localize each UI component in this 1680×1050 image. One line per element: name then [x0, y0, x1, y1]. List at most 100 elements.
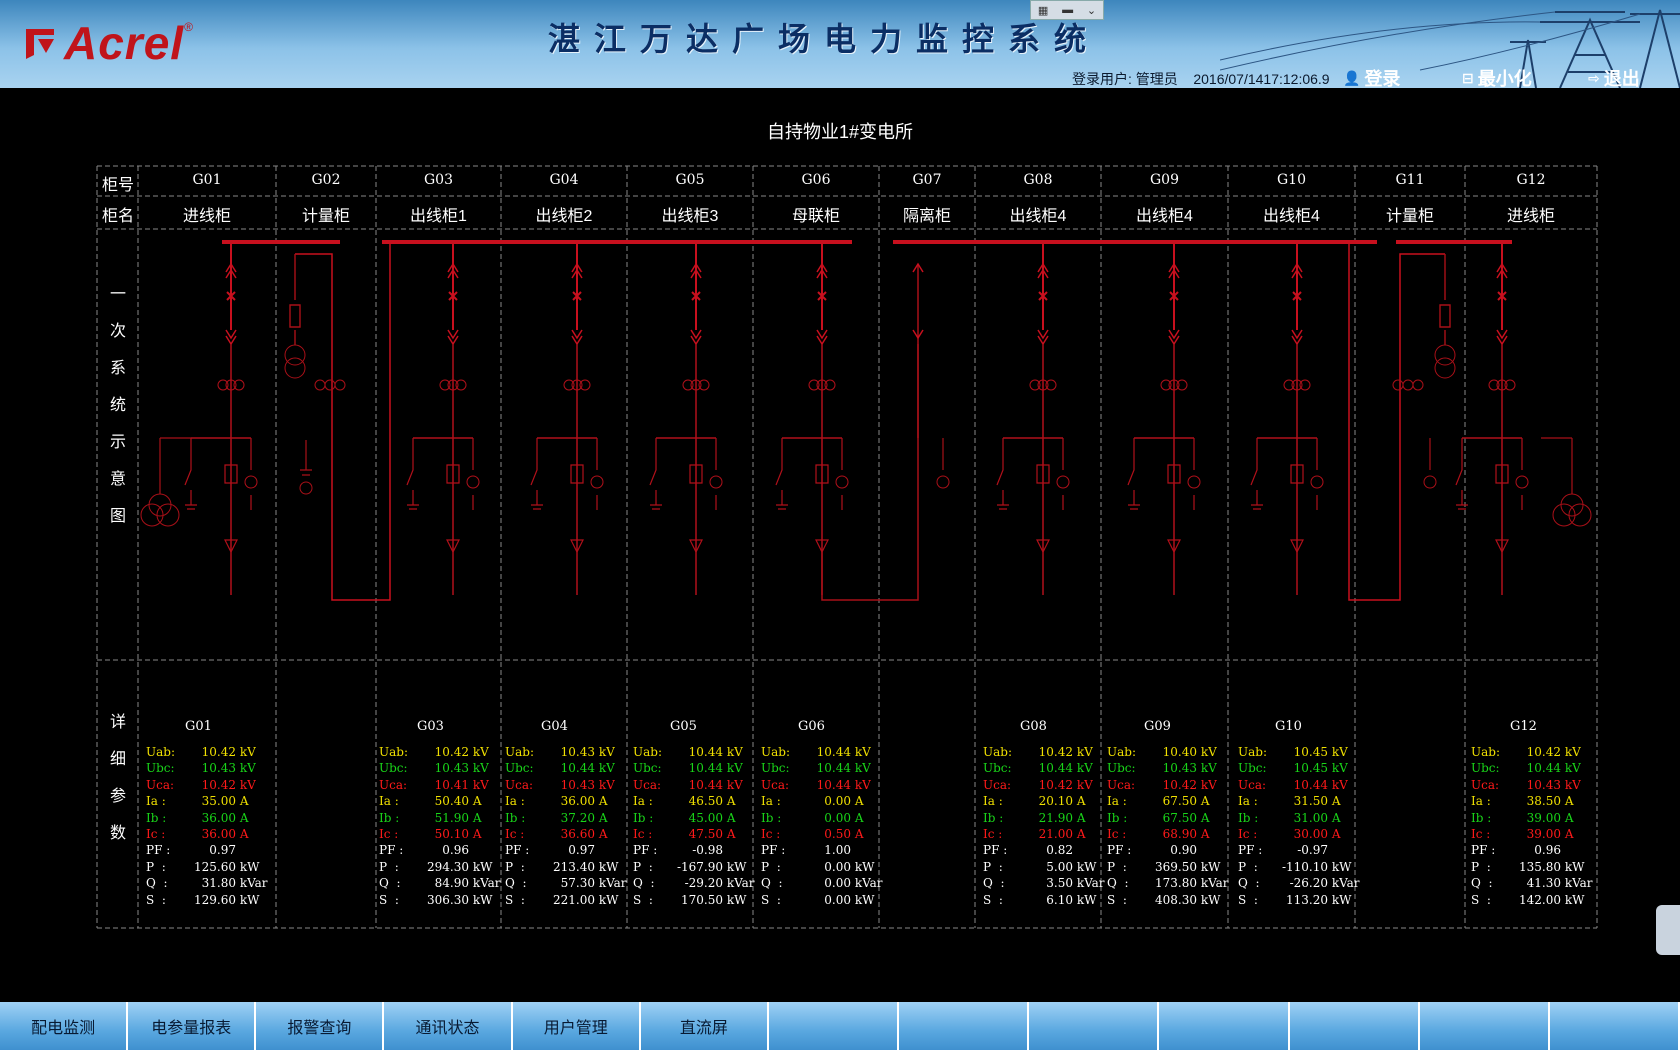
tab-4[interactable]: 用户管理: [513, 1002, 641, 1050]
param-value: 10.42: [434, 745, 469, 759]
tab-5[interactable]: 直流屏: [641, 1002, 769, 1050]
param-unit: A: [236, 827, 249, 841]
tab-empty[interactable]: [899, 1002, 1030, 1050]
param-label: Uca:: [505, 777, 534, 792]
indicator-icon: [466, 475, 480, 489]
param-unit: kW: [469, 892, 493, 907]
cabinet-name-g06: 母联柜: [791, 208, 840, 225]
param-value: 306.30: [427, 892, 469, 907]
param-unit: kW: [723, 892, 747, 907]
param-value: 173.80: [1155, 876, 1197, 891]
param-value: 10.43: [560, 745, 595, 759]
cabinet-name-g05: 出线柜3: [661, 208, 719, 225]
plug-icon: [1291, 329, 1303, 346]
ct-icon: [324, 379, 336, 391]
param-label: Uab:: [1238, 745, 1267, 759]
param-pf-g12: PF : 0.96: [1471, 842, 1561, 858]
param-unit: kV: [723, 777, 743, 792]
param-value: 0.96: [442, 843, 469, 858]
param-label: Q :: [1238, 876, 1260, 891]
param-uca-g04: Uca: 10.43 kV: [505, 777, 615, 793]
param-unit: kV: [1561, 745, 1581, 759]
param-value: 57.30: [560, 876, 595, 891]
param-s-g04: S : 221.00 kW: [505, 892, 618, 908]
earth-switch-icon: [996, 438, 1009, 510]
param-label: Ib :: [761, 810, 782, 825]
tab-empty[interactable]: [1550, 1002, 1680, 1050]
param-q-g01: Q : 31.80 kVar: [146, 875, 268, 891]
param-label: Ic :: [1107, 827, 1127, 841]
cabinet-name-g09: 出线柜4: [1136, 208, 1193, 225]
param-cabinet-id: G03: [417, 719, 444, 734]
param-pf-g10: PF : -0.97: [1238, 842, 1328, 858]
param-label: Q :: [761, 876, 783, 891]
bottom-nav: 配电监测 电参量报表 报警查询 通讯状态 用户管理 直流屏: [0, 1002, 1680, 1050]
param-value: 125.60: [194, 859, 236, 874]
param-value: 31.80: [201, 876, 236, 891]
tab-empty[interactable]: [1420, 1002, 1550, 1050]
param-label: Ib :: [505, 810, 526, 825]
cabinet-no-g09: G09: [1150, 172, 1179, 188]
param-label: Q :: [379, 876, 401, 891]
param-unit: A: [723, 794, 736, 809]
param-unit: A: [851, 810, 864, 825]
params_label-char: 细: [109, 751, 126, 768]
tab-2[interactable]: 报警查询: [256, 1002, 385, 1050]
param-uca-g06: Uca: 10.44 kV: [761, 777, 871, 793]
param-label: Ubc:: [633, 761, 662, 776]
param-q-g08: Q : 3.50 kVar: [983, 875, 1105, 891]
tab-empty[interactable]: [1159, 1002, 1290, 1050]
earth-switch-icon: [406, 438, 419, 510]
earth-switch-icon: [775, 438, 788, 510]
tab-0[interactable]: 配电监测: [0, 1002, 129, 1050]
param-value: 39.00: [1526, 827, 1561, 841]
plug-icon: [1168, 329, 1180, 346]
param-label: PF :: [1471, 843, 1496, 858]
param-value: 113.20: [1286, 892, 1328, 907]
tab-empty[interactable]: [769, 1002, 900, 1050]
param-value: -167.90: [676, 859, 723, 874]
param-value: 10.43: [560, 777, 595, 792]
param-label: Ib :: [379, 810, 400, 825]
param-value: 294.30: [427, 859, 469, 874]
row-label-cabinet-no: 柜号: [102, 177, 135, 194]
tab-empty[interactable]: [1029, 1002, 1160, 1050]
param-unit: A: [595, 810, 608, 825]
param-s-g12: S : 142.00 kW: [1471, 892, 1584, 908]
param-value: 5.00: [1046, 859, 1073, 874]
indicator-icon: [1056, 475, 1070, 489]
param-value: 50.10: [434, 827, 469, 841]
param-value: 10.44: [688, 777, 723, 792]
cabinet-no-g08: G08: [1023, 172, 1053, 188]
param-value: 10.44: [816, 745, 851, 759]
earth-switch-icon: [649, 438, 662, 510]
side-panel-toggle[interactable]: [1656, 905, 1680, 955]
param-ubc-g01: Ubc: 10.43 kV: [146, 760, 256, 776]
param-unit: A: [1197, 827, 1210, 841]
param-unit: kV: [1328, 761, 1348, 776]
params_label-char: 参: [109, 788, 126, 805]
param-ia-g12: Ia : 38.50 A: [1471, 793, 1573, 809]
earth-switch-icon: [1127, 438, 1140, 510]
earth-icon: [300, 440, 312, 476]
param-unit: kVar: [851, 876, 883, 891]
param-label: Ubc:: [1471, 761, 1500, 776]
indicator-icon: [244, 475, 258, 489]
param-value: 135.80: [1519, 859, 1561, 874]
tab-3[interactable]: 通讯状态: [384, 1002, 513, 1050]
transformer-icon: [1560, 493, 1584, 517]
tab-1[interactable]: 电参量报表: [128, 1002, 257, 1050]
tab-empty[interactable]: [1290, 1002, 1420, 1050]
param-ib-g04: Ib : 37.20 A: [505, 810, 607, 826]
params_label-char: 详: [109, 714, 126, 731]
param-label: PF :: [505, 843, 530, 858]
param-label: Uab:: [1107, 745, 1136, 759]
param-value: 10.40: [1162, 745, 1197, 759]
cabinet-name-g11: 计量柜: [1385, 208, 1434, 225]
param-value: 10.44: [816, 761, 851, 776]
param-unit: kVar: [469, 876, 501, 891]
param-unit: kV: [469, 777, 489, 792]
param-uca-g12: Uca: 10.43 kV: [1471, 777, 1581, 793]
param-unit: kW: [723, 859, 747, 874]
param-uab-g09: Uab: 10.40 kV: [1107, 744, 1217, 760]
